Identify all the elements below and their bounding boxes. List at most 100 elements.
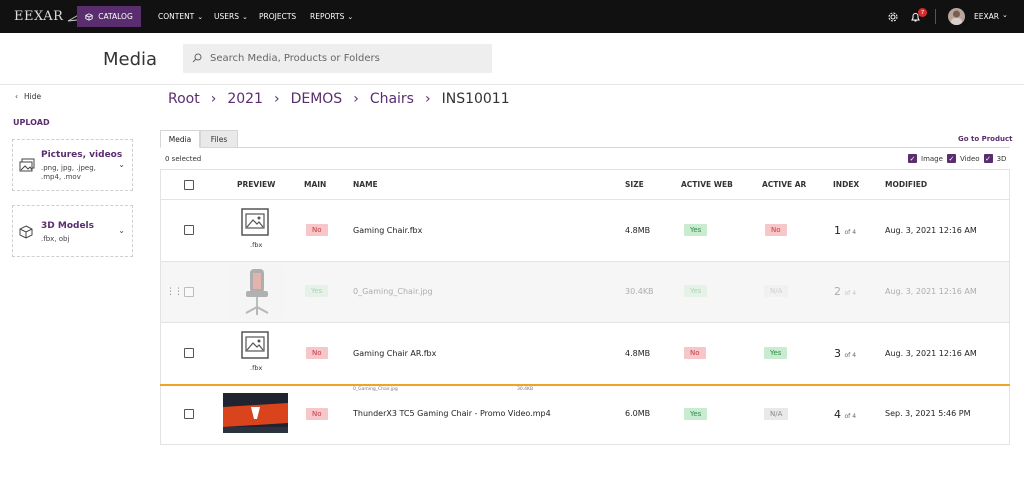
index-total: of 4 — [844, 229, 857, 236]
breadcrumb-chairs[interactable]: Chairs — [370, 91, 414, 107]
tabs-underline — [160, 147, 1010, 148]
user-photo-icon — [951, 10, 962, 25]
chevron-down-icon: ⌄ — [118, 226, 125, 235]
breadcrumb-root[interactable]: Root — [168, 91, 200, 107]
chair-thumbnail — [228, 265, 286, 319]
nav-projects[interactable]: PROJECTS — [259, 0, 296, 33]
index-number: 4 — [834, 408, 841, 421]
col-main: MAIN — [304, 180, 327, 189]
nav-content[interactable]: CONTENT ⌄ — [158, 0, 203, 33]
upload-card-title: Pictures, videos — [41, 150, 123, 160]
file-name[interactable]: Gaming Chair AR.fbx — [353, 349, 436, 358]
file-size: 30.4KB — [625, 287, 654, 296]
images-icon — [19, 158, 35, 172]
modified-date: Aug. 3, 2021 12:16 AM — [885, 226, 977, 235]
row-divider — [160, 199, 1010, 200]
upload-card-formats: .png, jpg, .jpeg, — [41, 164, 96, 172]
col-index[interactable]: INDEX — [833, 180, 859, 189]
nav-divider — [935, 9, 936, 24]
row-divider — [160, 322, 1010, 323]
row-checkbox[interactable] — [184, 287, 194, 297]
breadcrumb-demos[interactable]: DEMOS — [291, 91, 343, 107]
drop-indicator — [160, 384, 1010, 386]
active-web-badge[interactable]: No — [684, 347, 706, 359]
row-checkbox[interactable] — [184, 409, 194, 419]
index-value: 1 of 4 — [834, 224, 856, 237]
main-badge[interactable]: Yes — [305, 285, 329, 297]
row-checkbox[interactable] — [184, 225, 194, 235]
dragged-row-bg — [161, 262, 1009, 322]
hide-sidebar-button[interactable]: ‹ Hide — [15, 92, 41, 101]
index-total: of 4 — [844, 290, 857, 297]
user-name[interactable]: EEXAR — [974, 12, 999, 21]
file-name[interactable]: Gaming Chair.fbx — [353, 226, 422, 235]
page-title: Media — [103, 49, 158, 70]
tab-media[interactable]: Media — [160, 130, 200, 148]
upload-card-formats: .fbx, obj — [41, 235, 70, 243]
select-all-checkbox[interactable] — [184, 180, 194, 190]
selection-count: 0 selected — [165, 155, 202, 163]
gear-icon[interactable] — [888, 12, 898, 22]
nav-label: PROJECTS — [259, 12, 297, 21]
col-modified[interactable]: MODIFIED — [885, 180, 927, 189]
gaming-chair-image — [245, 269, 269, 315]
index-number: 3 — [834, 347, 841, 360]
file-name[interactable]: 0_Gaming_Chair.jpg — [353, 287, 433, 296]
file-size: 6.0MB — [625, 409, 651, 418]
upload-3d-models[interactable]: 3D Models .fbx, obj ⌄ — [12, 205, 133, 257]
filter-video-checkbox[interactable]: ✓ — [946, 154, 956, 163]
nav-users[interactable]: USERS ⌄ — [214, 0, 248, 33]
go-to-product-link[interactable]: Go to Product — [958, 135, 1012, 143]
index-total: of 4 — [844, 352, 857, 359]
promo-video-frame — [223, 393, 288, 433]
avatar[interactable] — [948, 8, 965, 25]
col-active-web: ACTIVE WEB — [681, 180, 733, 189]
cube-icon — [85, 12, 93, 21]
index-value: 2 of 4 — [834, 285, 856, 298]
file-name[interactable]: ThunderX3 TC5 Gaming Chair - Promo Video… — [353, 409, 551, 418]
search-icon — [192, 53, 202, 63]
active-web-badge[interactable]: Yes — [684, 408, 708, 420]
filter-image-checkbox[interactable]: ✓ — [908, 154, 917, 163]
main-badge[interactable]: No — [306, 408, 328, 420]
index-value: 4 of 4 — [834, 408, 856, 421]
chevron-down-icon: ⌄ — [347, 12, 354, 21]
search-placeholder: Search Media, Products or Folders — [210, 53, 380, 64]
col-active-ar: ACTIVE AR — [762, 180, 807, 189]
upload-pictures-videos[interactable]: Pictures, videos .png, jpg, .jpeg, .mp4,… — [12, 139, 133, 191]
filter-label: Video — [959, 154, 980, 163]
main-badge[interactable]: No — [306, 224, 328, 236]
chevron-right-icon: › — [424, 91, 431, 107]
cube-icon — [19, 225, 33, 239]
catalog-label: CATALOG — [98, 12, 133, 21]
notification-badge: 7 — [918, 8, 927, 17]
active-web-badge[interactable]: Yes — [684, 224, 708, 236]
col-size[interactable]: SIZE — [625, 180, 644, 189]
main-badge[interactable]: No — [306, 347, 328, 359]
drag-handle-icon[interactable]: ⋮⋮ — [166, 287, 183, 297]
catalog-button[interactable]: CATALOG — [77, 6, 141, 27]
search-input[interactable]: Search Media, Products or Folders — [183, 44, 492, 73]
filter-3d-checkbox[interactable]: ✓ — [983, 154, 993, 163]
logo[interactable]: EEXAR — [14, 9, 83, 24]
file-size: 4.8MB — [625, 226, 651, 235]
active-web-badge[interactable]: Yes — [684, 285, 708, 297]
col-name[interactable]: NAME — [353, 180, 378, 189]
breadcrumb-2021[interactable]: 2021 — [227, 91, 263, 107]
nav-reports[interactable]: REPORTS ⌄ — [310, 0, 353, 33]
logo-text: EEXAR — [14, 9, 64, 24]
chevron-down-icon: ⌄ — [197, 12, 204, 21]
col-preview: PREVIEW — [237, 180, 276, 189]
image-file-icon — [241, 208, 269, 236]
tab-files[interactable]: Files — [200, 130, 238, 148]
active-ar-badge[interactable]: No — [765, 224, 787, 236]
video-thumbnail — [223, 393, 288, 433]
chevron-right-icon: › — [210, 91, 217, 107]
chevron-down-icon[interactable]: ⌄ — [1002, 11, 1008, 19]
upload-card-title: 3D Models — [41, 221, 94, 231]
active-ar-badge[interactable]: Yes — [764, 347, 788, 359]
index-number: 2 — [834, 285, 841, 298]
row-checkbox[interactable] — [184, 348, 194, 358]
breadcrumb-current: INS10011 — [441, 91, 510, 107]
file-extension: .fbx — [250, 241, 263, 249]
